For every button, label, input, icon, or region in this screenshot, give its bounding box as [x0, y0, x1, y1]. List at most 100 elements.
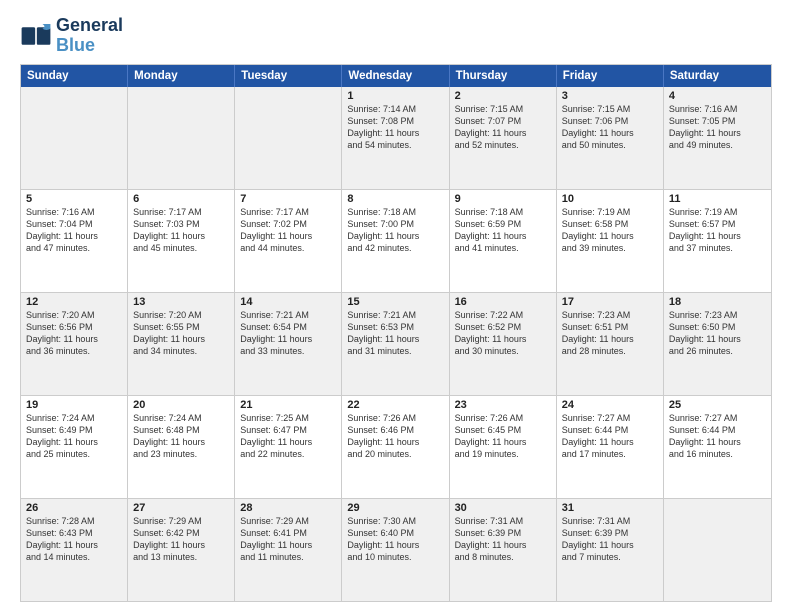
day-number: 8: [347, 193, 443, 205]
day-number: 4: [669, 90, 766, 102]
weekday-header-thursday: Thursday: [450, 65, 557, 87]
calendar-cell-0-2: [235, 87, 342, 189]
weekday-header-sunday: Sunday: [21, 65, 128, 87]
calendar-cell-2-2: 14Sunrise: 7:21 AM Sunset: 6:54 PM Dayli…: [235, 293, 342, 395]
day-number: 28: [240, 502, 336, 514]
calendar-cell-4-6: [664, 499, 771, 601]
cell-info: Sunrise: 7:20 AM Sunset: 6:55 PM Dayligh…: [133, 309, 229, 358]
cell-info: Sunrise: 7:18 AM Sunset: 7:00 PM Dayligh…: [347, 206, 443, 255]
day-number: 26: [26, 502, 122, 514]
calendar-cell-2-5: 17Sunrise: 7:23 AM Sunset: 6:51 PM Dayli…: [557, 293, 664, 395]
calendar-row-2: 12Sunrise: 7:20 AM Sunset: 6:56 PM Dayli…: [21, 293, 771, 396]
calendar-cell-1-5: 10Sunrise: 7:19 AM Sunset: 6:58 PM Dayli…: [557, 190, 664, 292]
calendar-cell-3-0: 19Sunrise: 7:24 AM Sunset: 6:49 PM Dayli…: [21, 396, 128, 498]
day-number: 21: [240, 399, 336, 411]
header: General Blue: [20, 16, 772, 56]
calendar-row-4: 26Sunrise: 7:28 AM Sunset: 6:43 PM Dayli…: [21, 499, 771, 601]
calendar-cell-0-5: 3Sunrise: 7:15 AM Sunset: 7:06 PM Daylig…: [557, 87, 664, 189]
cell-info: Sunrise: 7:26 AM Sunset: 6:45 PM Dayligh…: [455, 412, 551, 461]
page: General Blue SundayMondayTuesdayWednesda…: [0, 0, 792, 612]
cell-info: Sunrise: 7:14 AM Sunset: 7:08 PM Dayligh…: [347, 103, 443, 152]
cell-info: Sunrise: 7:22 AM Sunset: 6:52 PM Dayligh…: [455, 309, 551, 358]
calendar-cell-1-0: 5Sunrise: 7:16 AM Sunset: 7:04 PM Daylig…: [21, 190, 128, 292]
calendar-row-3: 19Sunrise: 7:24 AM Sunset: 6:49 PM Dayli…: [21, 396, 771, 499]
weekday-header-friday: Friday: [557, 65, 664, 87]
day-number: 24: [562, 399, 658, 411]
calendar-cell-3-3: 22Sunrise: 7:26 AM Sunset: 6:46 PM Dayli…: [342, 396, 449, 498]
calendar-cell-3-4: 23Sunrise: 7:26 AM Sunset: 6:45 PM Dayli…: [450, 396, 557, 498]
cell-info: Sunrise: 7:19 AM Sunset: 6:58 PM Dayligh…: [562, 206, 658, 255]
calendar-cell-2-1: 13Sunrise: 7:20 AM Sunset: 6:55 PM Dayli…: [128, 293, 235, 395]
calendar-body: 1Sunrise: 7:14 AM Sunset: 7:08 PM Daylig…: [21, 87, 771, 601]
cell-info: Sunrise: 7:17 AM Sunset: 7:02 PM Dayligh…: [240, 206, 336, 255]
calendar-cell-1-2: 7Sunrise: 7:17 AM Sunset: 7:02 PM Daylig…: [235, 190, 342, 292]
weekday-header-monday: Monday: [128, 65, 235, 87]
cell-info: Sunrise: 7:27 AM Sunset: 6:44 PM Dayligh…: [562, 412, 658, 461]
day-number: 16: [455, 296, 551, 308]
cell-info: Sunrise: 7:24 AM Sunset: 6:48 PM Dayligh…: [133, 412, 229, 461]
calendar-cell-4-3: 29Sunrise: 7:30 AM Sunset: 6:40 PM Dayli…: [342, 499, 449, 601]
calendar-cell-4-5: 31Sunrise: 7:31 AM Sunset: 6:39 PM Dayli…: [557, 499, 664, 601]
calendar-cell-0-0: [21, 87, 128, 189]
day-number: 6: [133, 193, 229, 205]
cell-info: Sunrise: 7:29 AM Sunset: 6:42 PM Dayligh…: [133, 515, 229, 564]
calendar-cell-0-4: 2Sunrise: 7:15 AM Sunset: 7:07 PM Daylig…: [450, 87, 557, 189]
calendar-cell-1-4: 9Sunrise: 7:18 AM Sunset: 6:59 PM Daylig…: [450, 190, 557, 292]
cell-info: Sunrise: 7:29 AM Sunset: 6:41 PM Dayligh…: [240, 515, 336, 564]
calendar-cell-2-6: 18Sunrise: 7:23 AM Sunset: 6:50 PM Dayli…: [664, 293, 771, 395]
cell-info: Sunrise: 7:15 AM Sunset: 7:06 PM Dayligh…: [562, 103, 658, 152]
day-number: 19: [26, 399, 122, 411]
calendar-cell-2-3: 15Sunrise: 7:21 AM Sunset: 6:53 PM Dayli…: [342, 293, 449, 395]
cell-info: Sunrise: 7:31 AM Sunset: 6:39 PM Dayligh…: [455, 515, 551, 564]
day-number: 13: [133, 296, 229, 308]
day-number: 22: [347, 399, 443, 411]
day-number: 25: [669, 399, 766, 411]
day-number: 23: [455, 399, 551, 411]
cell-info: Sunrise: 7:28 AM Sunset: 6:43 PM Dayligh…: [26, 515, 122, 564]
cell-info: Sunrise: 7:21 AM Sunset: 6:54 PM Dayligh…: [240, 309, 336, 358]
calendar-cell-1-3: 8Sunrise: 7:18 AM Sunset: 7:00 PM Daylig…: [342, 190, 449, 292]
cell-info: Sunrise: 7:19 AM Sunset: 6:57 PM Dayligh…: [669, 206, 766, 255]
day-number: 12: [26, 296, 122, 308]
cell-info: Sunrise: 7:16 AM Sunset: 7:04 PM Dayligh…: [26, 206, 122, 255]
calendar-cell-0-3: 1Sunrise: 7:14 AM Sunset: 7:08 PM Daylig…: [342, 87, 449, 189]
calendar-cell-0-1: [128, 87, 235, 189]
day-number: 27: [133, 502, 229, 514]
day-number: 29: [347, 502, 443, 514]
cell-info: Sunrise: 7:25 AM Sunset: 6:47 PM Dayligh…: [240, 412, 336, 461]
day-number: 7: [240, 193, 336, 205]
day-number: 20: [133, 399, 229, 411]
calendar-cell-2-4: 16Sunrise: 7:22 AM Sunset: 6:52 PM Dayli…: [450, 293, 557, 395]
day-number: 5: [26, 193, 122, 205]
calendar-cell-1-1: 6Sunrise: 7:17 AM Sunset: 7:03 PM Daylig…: [128, 190, 235, 292]
logo-icon: [20, 22, 52, 50]
day-number: 14: [240, 296, 336, 308]
calendar-cell-2-0: 12Sunrise: 7:20 AM Sunset: 6:56 PM Dayli…: [21, 293, 128, 395]
calendar-header: SundayMondayTuesdayWednesdayThursdayFrid…: [21, 65, 771, 87]
cell-info: Sunrise: 7:18 AM Sunset: 6:59 PM Dayligh…: [455, 206, 551, 255]
calendar-cell-4-4: 30Sunrise: 7:31 AM Sunset: 6:39 PM Dayli…: [450, 499, 557, 601]
calendar-cell-3-6: 25Sunrise: 7:27 AM Sunset: 6:44 PM Dayli…: [664, 396, 771, 498]
cell-info: Sunrise: 7:15 AM Sunset: 7:07 PM Dayligh…: [455, 103, 551, 152]
calendar-cell-4-2: 28Sunrise: 7:29 AM Sunset: 6:41 PM Dayli…: [235, 499, 342, 601]
cell-info: Sunrise: 7:16 AM Sunset: 7:05 PM Dayligh…: [669, 103, 766, 152]
cell-info: Sunrise: 7:30 AM Sunset: 6:40 PM Dayligh…: [347, 515, 443, 564]
calendar: SundayMondayTuesdayWednesdayThursdayFrid…: [20, 64, 772, 602]
day-number: 10: [562, 193, 658, 205]
calendar-cell-1-6: 11Sunrise: 7:19 AM Sunset: 6:57 PM Dayli…: [664, 190, 771, 292]
calendar-cell-3-5: 24Sunrise: 7:27 AM Sunset: 6:44 PM Dayli…: [557, 396, 664, 498]
cell-info: Sunrise: 7:26 AM Sunset: 6:46 PM Dayligh…: [347, 412, 443, 461]
calendar-cell-4-0: 26Sunrise: 7:28 AM Sunset: 6:43 PM Dayli…: [21, 499, 128, 601]
cell-info: Sunrise: 7:21 AM Sunset: 6:53 PM Dayligh…: [347, 309, 443, 358]
day-number: 15: [347, 296, 443, 308]
day-number: 9: [455, 193, 551, 205]
day-number: 31: [562, 502, 658, 514]
weekday-header-tuesday: Tuesday: [235, 65, 342, 87]
day-number: 17: [562, 296, 658, 308]
calendar-cell-3-2: 21Sunrise: 7:25 AM Sunset: 6:47 PM Dayli…: [235, 396, 342, 498]
calendar-row-1: 5Sunrise: 7:16 AM Sunset: 7:04 PM Daylig…: [21, 190, 771, 293]
cell-info: Sunrise: 7:23 AM Sunset: 6:50 PM Dayligh…: [669, 309, 766, 358]
cell-info: Sunrise: 7:20 AM Sunset: 6:56 PM Dayligh…: [26, 309, 122, 358]
calendar-cell-4-1: 27Sunrise: 7:29 AM Sunset: 6:42 PM Dayli…: [128, 499, 235, 601]
day-number: 18: [669, 296, 766, 308]
